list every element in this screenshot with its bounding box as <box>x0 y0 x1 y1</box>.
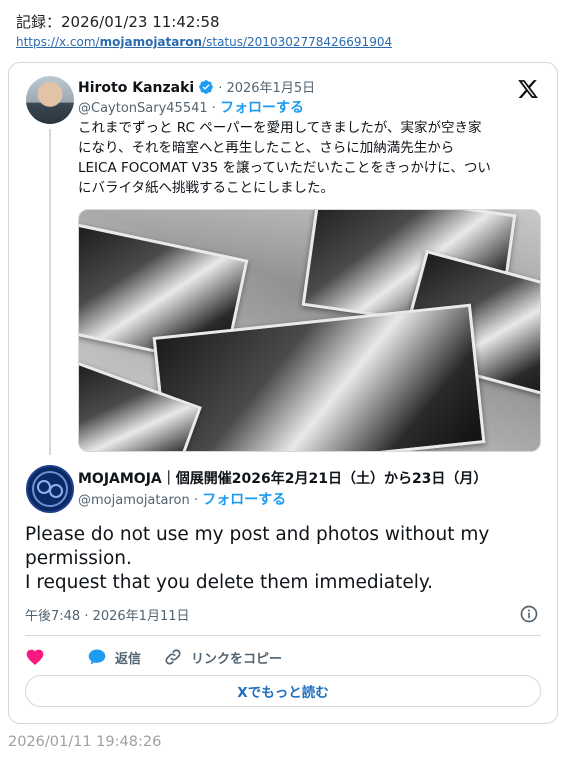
author-name[interactable]: Hiroto Kanzaki <box>78 80 194 96</box>
read-more-on-x-button[interactable]: Xでもっと読む <box>25 675 541 707</box>
reply-handle-row: @mojamojataron · フォローする <box>78 489 286 509</box>
divider <box>25 635 541 636</box>
reply-author-name[interactable]: MOJAMOJA｜個展開催2026年2月21日（土）から23日（月） <box>78 468 487 488</box>
record-url[interactable]: https://x.com/mojamojataron/status/20103… <box>16 35 392 49</box>
reply-bubble-icon <box>88 649 106 665</box>
author-header: Hiroto Kanzaki · 2026年1月5日 <box>78 77 315 96</box>
post-photo[interactable] <box>78 209 541 452</box>
like-button[interactable] <box>25 647 53 667</box>
record-label: 記録：2026/01/23 11:42:58 <box>16 13 220 31</box>
post-date[interactable]: · 2026年1月5日 <box>218 81 315 96</box>
reply-author-handle[interactable]: @mojamojataron · <box>78 493 198 508</box>
record-url-suffix: /status/2010302778426691904 <box>202 35 393 49</box>
verified-badge-icon <box>199 80 214 94</box>
footer-timestamp: 2026/01/11 19:48:26 <box>8 734 162 750</box>
thread-connector-line <box>49 129 51 455</box>
mojamoja-logo-icon <box>32 471 68 507</box>
reply-follow-button[interactable]: フォローする <box>202 492 286 508</box>
x-logo-icon[interactable] <box>517 78 539 100</box>
author-handle-row: @CaytonSary45541 · フォローする <box>78 97 304 117</box>
link-icon <box>165 649 181 665</box>
post-text-line: これまでずっと RC ペーパーを愛用してきましたが、実家が空き家 <box>78 120 482 136</box>
reply-text-line: Please do not use my post and photos wit… <box>25 524 490 545</box>
copy-link-label: リンクをコピー <box>191 651 283 667</box>
reply-label: 返信 <box>115 651 142 667</box>
post-text-line: にバライタ紙へ挑戦することにしました。 <box>78 180 334 196</box>
heart-icon <box>26 649 44 665</box>
reply-text-line: permission. <box>25 548 132 569</box>
action-bar: 返信 リンクをコピー <box>25 646 304 668</box>
embedded-post-card: Hiroto Kanzaki · 2026年1月5日 @CaytonSary455… <box>8 62 558 724</box>
author-avatar[interactable] <box>26 76 74 124</box>
reply-timestamp[interactable]: 午後7:48 · 2026年1月11日 <box>25 605 190 624</box>
post-text: これまでずっと RC ペーパーを愛用してきましたが、実家が空き家 になり、それを… <box>78 118 548 198</box>
record-url-prefix: https://x.com/ <box>16 35 100 49</box>
copy-link-button[interactable]: リンクをコピー <box>163 647 282 667</box>
record-url-user: mojamojataron <box>99 35 203 49</box>
follow-button[interactable]: フォローする <box>220 100 304 116</box>
post-text-line: になり、それを暗室へと再生したこと、さらに加納満先生から <box>78 140 455 156</box>
post-text-line: LEICA FOCOMAT V35 を譲っていただいたことをきっかけに、つい <box>78 160 491 176</box>
reply-text-line: I request that you delete them immediate… <box>25 572 434 593</box>
reply-text: Please do not use my post and photos wit… <box>25 523 545 595</box>
reply-author-avatar[interactable] <box>26 465 74 513</box>
info-icon[interactable] <box>519 604 539 624</box>
author-handle[interactable]: @CaytonSary45541 · <box>78 101 216 116</box>
reply-button[interactable]: 返信 <box>87 647 141 667</box>
